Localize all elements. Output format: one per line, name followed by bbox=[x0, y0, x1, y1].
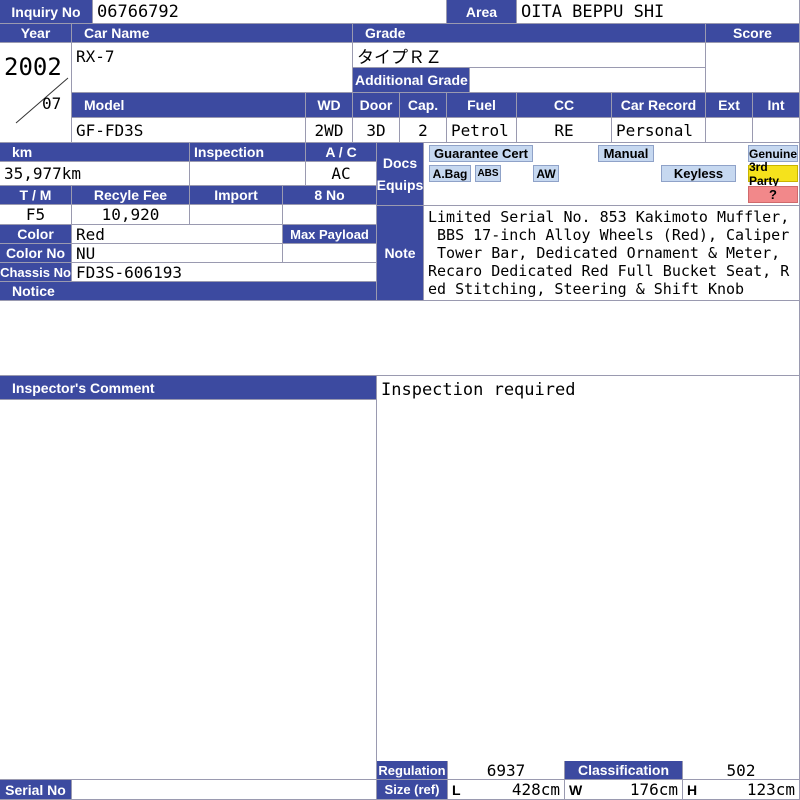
inspector-comment-text: Inspection required bbox=[377, 376, 800, 780]
docs-equips-label: Docs Equips bbox=[377, 143, 424, 206]
color-no-label: Color No bbox=[0, 244, 72, 263]
note-text: Limited Serial No. 853 Kakimoto Muffler,… bbox=[424, 206, 800, 301]
notice-body bbox=[0, 301, 800, 376]
ac-value: AC bbox=[306, 162, 377, 186]
year-cell: 2002 07 bbox=[0, 43, 72, 143]
car-record-value: Personal bbox=[612, 118, 706, 143]
car-record-label: Car Record bbox=[612, 93, 706, 118]
note-label: Note bbox=[377, 206, 424, 301]
unknown-badge: ? bbox=[748, 186, 798, 203]
manual-badge: Manual bbox=[598, 145, 654, 162]
third-party-badge: 3rd Party bbox=[748, 160, 798, 188]
color-label: Color bbox=[0, 225, 72, 244]
area-value: OITA BEPPU SHI bbox=[517, 0, 800, 24]
regulation-value: 6937 bbox=[448, 761, 565, 780]
chassis-no-label: Chassis No bbox=[0, 263, 72, 282]
year-label: Year bbox=[0, 24, 72, 43]
km-value: 35,977km bbox=[0, 162, 190, 186]
car-name-label: Car Name bbox=[72, 24, 353, 43]
door-value: 3D bbox=[353, 118, 400, 143]
area-label: Area bbox=[447, 0, 517, 24]
keyless-badge: Keyless bbox=[661, 165, 736, 182]
color-value: Red bbox=[72, 225, 283, 244]
size-length-cell: L 428cm bbox=[448, 780, 565, 800]
comment-left-panel bbox=[0, 400, 377, 780]
additional-grade-label: Additional Grade bbox=[353, 68, 470, 93]
recycle-fee-value: 10,920 bbox=[72, 205, 190, 225]
tm-label: T / M bbox=[0, 186, 72, 205]
classification-value: 502 bbox=[683, 761, 800, 780]
width-label: W bbox=[569, 781, 583, 798]
color-no-value: NU bbox=[72, 244, 283, 263]
car-name-value: RX-7 bbox=[72, 43, 353, 93]
cc-label: CC bbox=[517, 93, 612, 118]
year-value: 2002 bbox=[4, 53, 62, 81]
eight-no-label: 8 No bbox=[283, 186, 377, 205]
ext-label: Ext bbox=[706, 93, 753, 118]
chassis-no-value: FD3S-606193 bbox=[72, 263, 377, 282]
import-value bbox=[190, 205, 283, 225]
docs-label: Docs bbox=[382, 155, 418, 171]
size-width-cell: W 176cm bbox=[565, 780, 683, 800]
width-value: 176cm bbox=[629, 780, 678, 799]
tm-value: F5 bbox=[0, 205, 72, 225]
wd-label: WD bbox=[306, 93, 353, 118]
inquiry-no-label: Inquiry No bbox=[0, 0, 93, 24]
length-value: 428cm bbox=[511, 780, 560, 799]
length-label: L bbox=[452, 781, 461, 798]
fuel-label: Fuel bbox=[447, 93, 517, 118]
airbag-badge: A.Bag bbox=[429, 165, 471, 182]
serial-no-value bbox=[72, 780, 377, 800]
model-value: GF-FD3S bbox=[72, 118, 306, 143]
eight-no-value bbox=[283, 205, 377, 225]
cap-label: Cap. bbox=[400, 93, 447, 118]
classification-label: Classification bbox=[565, 761, 683, 780]
import-label: Import bbox=[190, 186, 283, 205]
max-payload-value bbox=[283, 244, 377, 263]
height-value: 123cm bbox=[746, 780, 795, 799]
size-label: Size (ref) bbox=[377, 780, 448, 800]
guarantee-cert-badge: Guarantee Cert bbox=[429, 145, 533, 162]
grade-value: タイプＲＺ bbox=[353, 43, 706, 68]
inspector-comment-label: Inspector's Comment bbox=[0, 376, 377, 400]
model-label: Model bbox=[72, 93, 306, 118]
cap-value: 2 bbox=[400, 118, 447, 143]
size-height-cell: H 123cm bbox=[683, 780, 800, 800]
inspection-label: Inspection bbox=[190, 143, 306, 162]
grade-label: Grade bbox=[353, 24, 706, 43]
wd-value: 2WD bbox=[306, 118, 353, 143]
fuel-value: Petrol bbox=[447, 118, 517, 143]
max-payload-label: Max Payload bbox=[283, 225, 377, 244]
month-value: 07 bbox=[42, 94, 62, 113]
notice-label: Notice bbox=[0, 282, 377, 301]
int-label: Int bbox=[753, 93, 800, 118]
km-label: km bbox=[0, 143, 190, 162]
ext-value bbox=[706, 118, 753, 143]
recycle-fee-label: Recyle Fee bbox=[72, 186, 190, 205]
equips-label: Equips bbox=[377, 177, 424, 193]
inspection-value bbox=[190, 162, 306, 186]
height-label: H bbox=[687, 781, 698, 798]
door-label: Door bbox=[353, 93, 400, 118]
score-label: Score bbox=[706, 24, 800, 43]
additional-grade-value bbox=[470, 68, 706, 93]
regulation-label: Regulation bbox=[377, 761, 448, 780]
int-value bbox=[753, 118, 800, 143]
ac-label: A / C bbox=[306, 143, 377, 162]
aw-badge: AW bbox=[533, 165, 559, 182]
serial-no-label: Serial No bbox=[0, 780, 72, 800]
score-value bbox=[706, 43, 800, 93]
abs-badge: ABS bbox=[475, 165, 501, 182]
cc-value: RE bbox=[517, 118, 612, 143]
inquiry-no-value: 06766792 bbox=[93, 0, 447, 24]
